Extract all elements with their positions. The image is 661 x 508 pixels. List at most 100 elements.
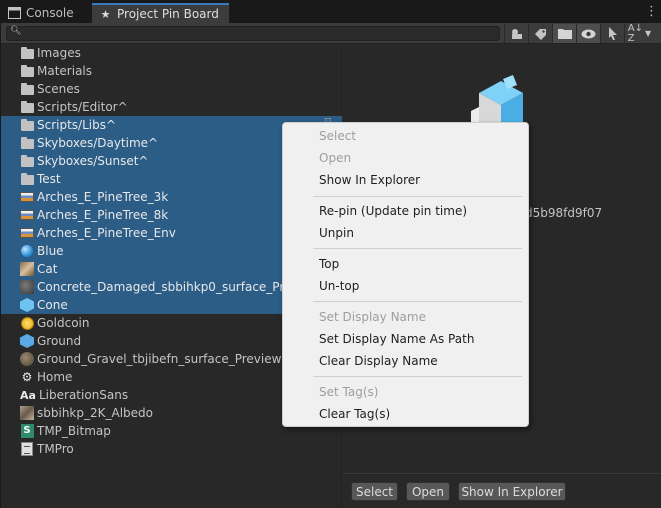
- font-icon: Aa: [20, 388, 36, 402]
- shader-icon: S: [20, 424, 34, 438]
- context-menu: Select Open Show In Explorer Re-pin (Upd…: [282, 122, 529, 427]
- tag-button[interactable]: [528, 24, 552, 43]
- albedo-texture-icon: [20, 406, 34, 420]
- chevron-down-icon: ▼: [645, 29, 652, 38]
- folder-icon: [20, 118, 34, 132]
- menu-item-unpin[interactable]: Unpin: [319, 223, 354, 243]
- text-file-icon: [20, 442, 34, 456]
- more-options-icon[interactable]: ⋮: [645, 4, 658, 20]
- folder-icon: [557, 29, 572, 39]
- folder-filter-button[interactable]: [552, 24, 576, 43]
- detail-divider: [343, 473, 661, 474]
- list-item-label: TMPro: [37, 442, 74, 456]
- menu-item-set-display-name-as-path[interactable]: Set Display Name As Path: [319, 329, 474, 349]
- coin-icon: [20, 316, 34, 330]
- list-item[interactable]: Materials: [1, 62, 342, 80]
- list-item-label: Cat: [37, 262, 58, 276]
- menu-separator: [313, 248, 522, 249]
- folder-icon: [20, 154, 34, 168]
- toolbar-buttons: A↓ Z ▼: [504, 22, 654, 44]
- ping-button[interactable]: [600, 24, 624, 43]
- folder-icon: [20, 100, 34, 114]
- sort-dropdown[interactable]: A↓ Z ▼: [624, 22, 654, 44]
- concrete-texture-icon: [20, 280, 34, 294]
- menu-separator: [313, 301, 522, 302]
- menu-item-clear-tags[interactable]: Clear Tag(s): [319, 404, 390, 424]
- list-item-label: Ground_Gravel_tbjibefn_surface_Preview: [37, 352, 282, 366]
- folder-icon: [20, 136, 34, 150]
- menu-item-clear-display-name[interactable]: Clear Display Name: [319, 351, 438, 371]
- prefab-icon: [20, 334, 34, 348]
- prefab-icon: [20, 298, 34, 312]
- list-item-label: Cone: [37, 298, 68, 312]
- list-item-label: Skyboxes/Daytime^: [37, 136, 159, 150]
- menu-separator: [313, 376, 522, 377]
- list-item[interactable]: Scenes: [1, 80, 342, 98]
- filter-icon: [511, 28, 522, 39]
- gravel-texture-icon: [20, 352, 34, 366]
- folder-icon: [20, 46, 34, 60]
- search-input[interactable]: [23, 27, 493, 40]
- list-item-label: Arches_E_PineTree_8k: [37, 208, 169, 222]
- list-item[interactable]: TMPro: [1, 440, 342, 458]
- menu-item-top[interactable]: Top: [319, 254, 339, 274]
- menu-item-untop[interactable]: Un-top: [319, 276, 359, 296]
- visibility-button[interactable]: [576, 24, 600, 43]
- list-item-label: Materials: [37, 64, 93, 78]
- search-icon: 🔍︎: [10, 26, 22, 36]
- list-item-label: Ground: [37, 334, 82, 348]
- list-item-label: TMP_Bitmap: [37, 424, 111, 438]
- tab-console-label: Console: [26, 6, 74, 20]
- sort-az-icon: A↓ Z: [627, 22, 644, 44]
- folder-icon: [20, 172, 34, 186]
- open-button[interactable]: Open: [406, 482, 450, 501]
- skybox-icon: [20, 190, 34, 204]
- folder-icon: [20, 64, 34, 78]
- search-field[interactable]: 🔍︎: [6, 26, 500, 41]
- list-item-label: Test: [37, 172, 61, 186]
- folder-icon: [20, 82, 34, 96]
- console-icon: [8, 7, 21, 19]
- list-item-label: Arches_E_PineTree_3k: [37, 190, 169, 204]
- list-item-label: Scenes: [37, 82, 80, 96]
- menu-item-set-tags: Set Tag(s): [319, 385, 379, 399]
- tag-icon: [535, 28, 546, 40]
- unity-editor-window: Console ★ Project Pin Board ⋮ 🔍︎ A↓ Z ▼ …: [0, 0, 661, 508]
- list-item-label: Home: [37, 370, 73, 384]
- menu-item-set-display-name: Set Display Name: [319, 310, 426, 324]
- material-ball-icon: [20, 244, 34, 258]
- menu-item-repin[interactable]: Re-pin (Update pin time): [319, 201, 467, 221]
- star-icon: ★: [100, 7, 111, 21]
- skybox-icon: [20, 226, 34, 240]
- skybox-icon: [20, 208, 34, 222]
- filter-button[interactable]: [504, 24, 528, 43]
- list-item-label: Skyboxes/Sunset^: [37, 154, 149, 168]
- eye-icon: [581, 29, 596, 38]
- menu-item-select: Select: [319, 129, 357, 143]
- show-in-explorer-button[interactable]: Show In Explorer: [458, 482, 566, 501]
- list-item-label: Blue: [37, 244, 64, 258]
- list-item-label: Images: [37, 46, 81, 60]
- menu-item-open: Open: [319, 151, 352, 165]
- toolbar: 🔍︎ A↓ Z ▼: [1, 23, 661, 44]
- list-item-label: sbbihkp_2K_Albedo: [37, 406, 153, 420]
- list-item-label: Goldcoin: [37, 316, 90, 330]
- asset-guid: d5b98fd9f07: [525, 206, 603, 220]
- list-item[interactable]: Images: [1, 44, 342, 62]
- list-item-label: Concrete_Damaged_sbbihkp0_surface_Previe…: [37, 280, 320, 294]
- menu-separator: [313, 196, 522, 197]
- list-item-label: Scripts/Libs^: [37, 118, 117, 132]
- menu-item-show-in-explorer[interactable]: Show In Explorer: [319, 170, 420, 190]
- list-item-label: Scripts/Editor^: [37, 100, 128, 114]
- list-item-label: Arches_E_PineTree_Env: [37, 226, 176, 240]
- tab-project-pin-board[interactable]: ★ Project Pin Board: [92, 3, 229, 23]
- unity-scene-icon: ⚙: [21, 370, 33, 384]
- pointer-icon: [608, 27, 617, 40]
- tab-console[interactable]: Console: [1, 3, 91, 23]
- list-item-label: LiberationSans: [39, 388, 129, 402]
- tab-pinboard-label: Project Pin Board: [117, 7, 219, 21]
- list-item[interactable]: Scripts/Editor^: [1, 98, 342, 116]
- select-button[interactable]: Select: [351, 482, 398, 501]
- cat-texture-icon: [20, 262, 34, 276]
- tab-bar: Console ★ Project Pin Board ⋮: [1, 1, 661, 23]
